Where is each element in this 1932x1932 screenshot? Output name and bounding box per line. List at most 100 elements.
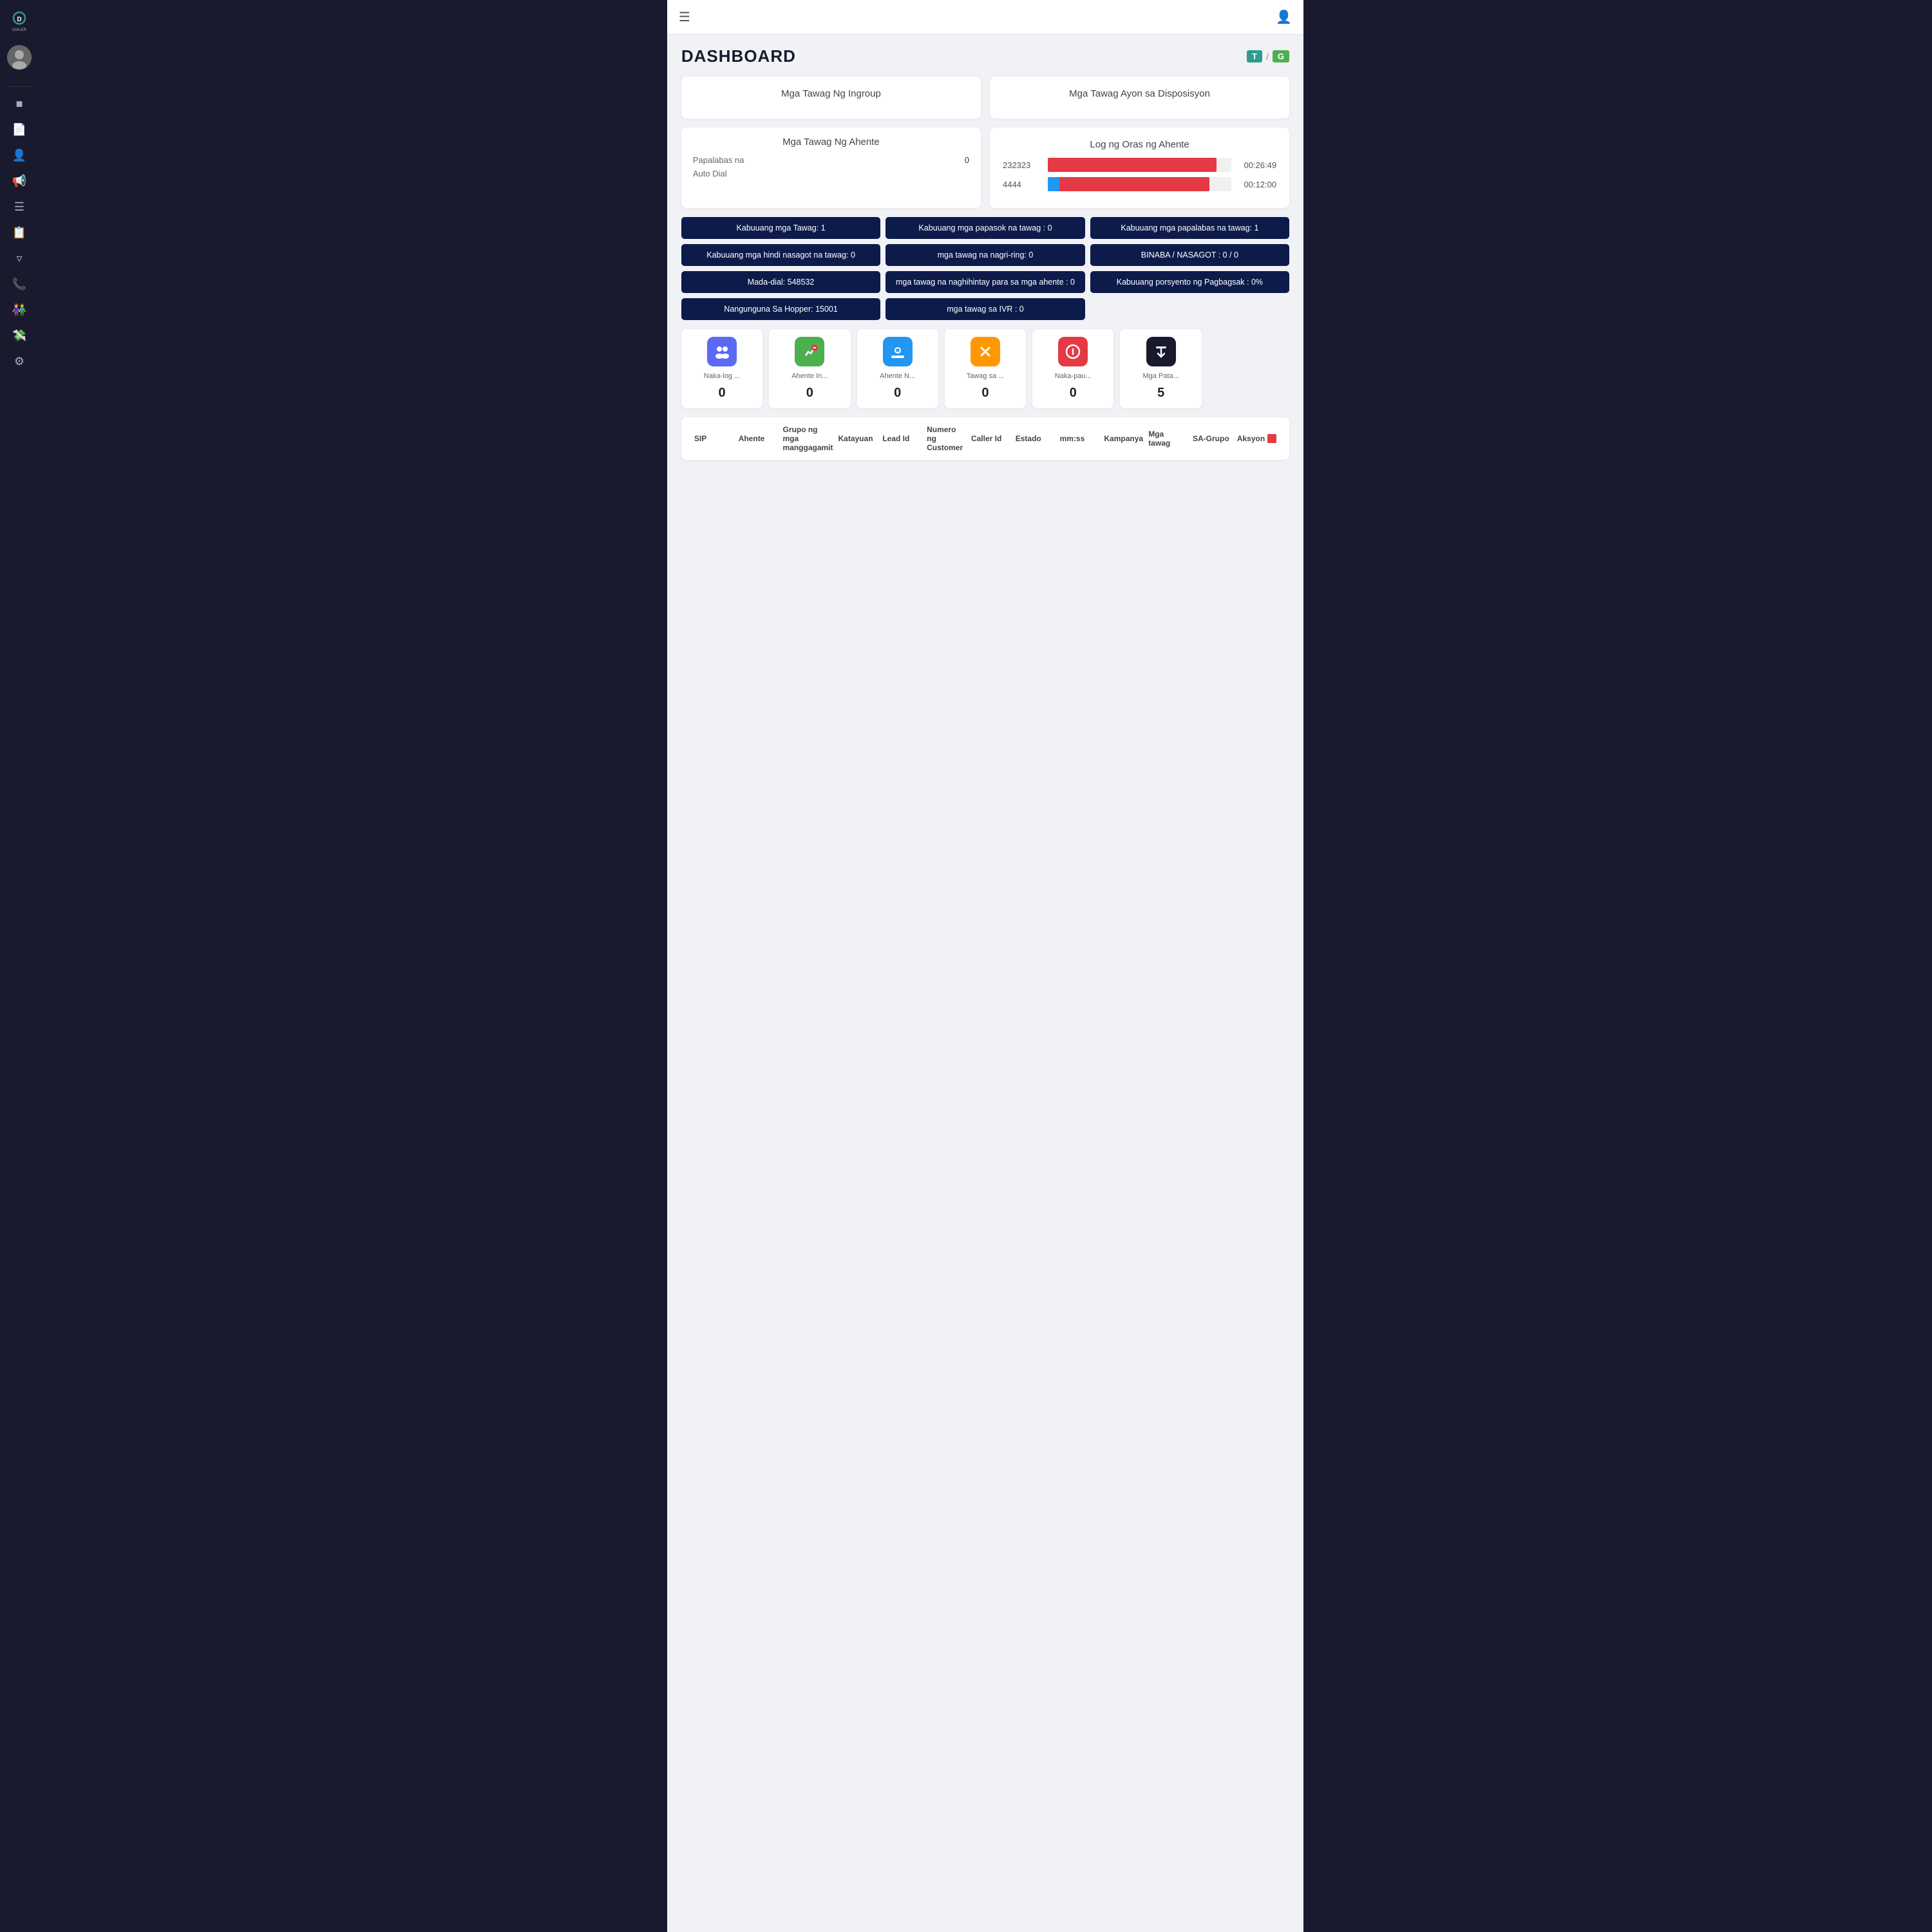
- page-header: DASHBOARD T / G: [681, 46, 1289, 66]
- agent-calls-row-1: Auto Dial: [693, 169, 969, 178]
- agent-calls-title: Mga Tawag Ng Ahente: [693, 137, 969, 147]
- th-numero: Numero ng Customer: [924, 425, 969, 452]
- hour-log-row-0: 232323 00:26:49: [1003, 158, 1276, 172]
- badge-g: G: [1273, 50, 1289, 62]
- metric-card-5: Mga Pata... 5: [1120, 329, 1201, 408]
- metric-value-2: 0: [894, 386, 901, 401]
- metric-value-4: 0: [1070, 386, 1077, 401]
- agent-calls-label-1: Auto Dial: [693, 169, 727, 178]
- table-header: SIP Ahente Grupo ng mga manggagamit Kata…: [681, 417, 1289, 460]
- bar-container-0: [1048, 158, 1231, 172]
- metric-label-5: Mga Pata...: [1142, 372, 1179, 381]
- metric-label-0: Naka-log ...: [704, 372, 740, 381]
- ingroup-title: Mga Tawag Ng Ingroup: [694, 88, 968, 99]
- aksyon-label: Aksyon: [1237, 434, 1265, 443]
- metric-value-0: 0: [718, 386, 725, 401]
- th-estado: Estado: [1013, 434, 1057, 443]
- metric-card-3: Tawag sa ... 0: [945, 329, 1026, 408]
- file-icon[interactable]: 📋: [8, 222, 30, 243]
- stat-btn-2[interactable]: Kabuuang mga papalabas na tawag: 1: [1090, 217, 1289, 239]
- topbar-right: 👤: [1276, 9, 1292, 25]
- topbar-left: ☰: [679, 9, 690, 25]
- agent-calls-label-0: Papalabas na: [693, 155, 744, 165]
- badge-slash: /: [1266, 52, 1269, 62]
- agent-icon[interactable]: 👤: [8, 144, 30, 166]
- main-area: ☰ 👤 DASHBOARD T / G Mga Tawag Ng Ingroup…: [667, 0, 1303, 1932]
- app-logo: D DIALER: [5, 6, 33, 35]
- hour-log-id-0: 232323: [1003, 160, 1041, 170]
- th-grupo: Grupo ng mga manggagamit: [781, 425, 836, 452]
- metric-label-2: Ahente N...: [880, 372, 915, 381]
- stat-btn-9[interactable]: Nangunguna Sa Hopper: 15001: [681, 298, 880, 320]
- top-cards-row: Mga Tawag Ng Ingroup Mga Tawag Ayon sa D…: [681, 77, 1289, 118]
- stat-btn-4[interactable]: mga tawag na nagri-ring: 0: [886, 244, 1084, 266]
- svg-text:DIALER: DIALER: [12, 28, 26, 32]
- metric-icon-wrap-2: i: [883, 337, 913, 366]
- bar-container-1: [1048, 177, 1231, 191]
- metric-card-0: Naka-log ... 0: [681, 329, 762, 408]
- campaign-icon[interactable]: 📢: [8, 170, 30, 192]
- bar-fill-0: [1048, 158, 1217, 172]
- hour-log-time-1: 00:12:00: [1238, 180, 1276, 189]
- metric-label-4: Naka-pau...: [1055, 372, 1092, 381]
- metric-value-5: 5: [1157, 386, 1164, 401]
- badge-t: T: [1247, 50, 1262, 62]
- stat-btn-3[interactable]: Kabuuang mga hindi nasagot na tawag: 0: [681, 244, 880, 266]
- avatar[interactable]: [7, 45, 32, 70]
- sidebar-divider-1: [6, 86, 32, 87]
- disposition-title: Mga Tawag Ayon sa Disposisyon: [1003, 88, 1276, 99]
- agent-calls-card: Mga Tawag Ng Ahente Papalabas na 0 Auto …: [681, 128, 981, 208]
- second-cards-row: Mga Tawag Ng Ahente Papalabas na 0 Auto …: [681, 128, 1289, 208]
- th-aksyon: Aksyon: [1235, 434, 1279, 443]
- user-icon[interactable]: 👤: [1276, 9, 1292, 25]
- metric-icon-wrap-3: [971, 337, 1000, 366]
- topbar: ☰ 👤: [667, 0, 1303, 35]
- billing-icon[interactable]: 💸: [8, 325, 30, 346]
- metric-label-3: Tawag sa ...: [967, 372, 1005, 381]
- metric-card-4: Naka-pau... 0: [1032, 329, 1113, 408]
- stat-btn-8[interactable]: Kabuuang porsyento ng Pagbagsak : 0%: [1090, 271, 1289, 293]
- th-lead-id: Lead Id: [880, 434, 924, 443]
- metric-icon-wrap-4: [1058, 337, 1088, 366]
- stat-btn-1[interactable]: Kabuuang mga papasok na tawag : 0: [886, 217, 1084, 239]
- agent-calls-value-0: 0: [965, 155, 969, 165]
- th-ahente: Ahente: [736, 434, 781, 443]
- th-caller-id: Caller Id: [969, 434, 1013, 443]
- bar-fill-1: [1048, 177, 1209, 191]
- list-icon[interactable]: ☰: [8, 196, 30, 218]
- hour-log-id-1: 4444: [1003, 180, 1041, 189]
- metrics-row: Naka-log ... 0 Ahente In... 0 i Ahente N…: [681, 329, 1289, 408]
- contacts-icon[interactable]: 👫: [8, 299, 30, 321]
- metric-value-1: 0: [806, 386, 813, 401]
- stat-btn-7[interactable]: mga tawag na naghihintay para sa mga ahe…: [886, 271, 1084, 293]
- th-kampanya: Kampanya: [1101, 434, 1146, 443]
- stat-btn-10[interactable]: mga tawag sa IVR : 0: [886, 298, 1084, 320]
- stat-btn-0[interactable]: Kabuuang mga Tawag: 1: [681, 217, 880, 239]
- dashboard-icon[interactable]: ■: [8, 93, 30, 115]
- hour-log-card: Log ng Oras ng Ahente 232323 00:26:49 44…: [990, 128, 1289, 208]
- stat-btn-6[interactable]: Mada-dial: 548532: [681, 271, 880, 293]
- hour-log-row-1: 4444 00:12:00: [1003, 177, 1276, 191]
- th-sip: SIP: [692, 434, 736, 443]
- sidebar: D DIALER ■ 📄 👤 📢 ☰ 📋 ▿ 📞 👫 💸 ⚙: [0, 0, 39, 1932]
- settings-icon[interactable]: ⚙: [8, 350, 30, 372]
- reports-icon[interactable]: 📄: [8, 118, 30, 140]
- hamburger-icon[interactable]: ☰: [679, 9, 690, 25]
- metric-icon-wrap-1: [795, 337, 824, 366]
- disposition-card: Mga Tawag Ayon sa Disposisyon: [990, 77, 1289, 118]
- bar-blue-accent: [1048, 177, 1059, 191]
- th-sa-grupo: SA-Grupo: [1190, 434, 1235, 443]
- stat-btn-5[interactable]: BINABA / NASAGOT : 0 / 0: [1090, 244, 1289, 266]
- metric-icon-wrap-0: [707, 337, 737, 366]
- th-mga-tawag: Mga tawag: [1146, 430, 1190, 448]
- th-mmss: mm:ss: [1057, 434, 1102, 443]
- filter-icon[interactable]: ▿: [8, 247, 30, 269]
- page-title: DASHBOARD: [681, 46, 796, 66]
- agent-calls-row-0: Papalabas na 0: [693, 155, 969, 165]
- phone-icon[interactable]: 📞: [8, 273, 30, 295]
- hour-log-time-0: 00:26:49: [1238, 160, 1276, 170]
- stats-grid: Kabuuang mga Tawag: 1 Kabuuang mga papas…: [681, 217, 1289, 320]
- metric-value-3: 0: [981, 386, 989, 401]
- header-badges: T / G: [1247, 50, 1289, 62]
- aksyon-red-square[interactable]: [1267, 434, 1276, 443]
